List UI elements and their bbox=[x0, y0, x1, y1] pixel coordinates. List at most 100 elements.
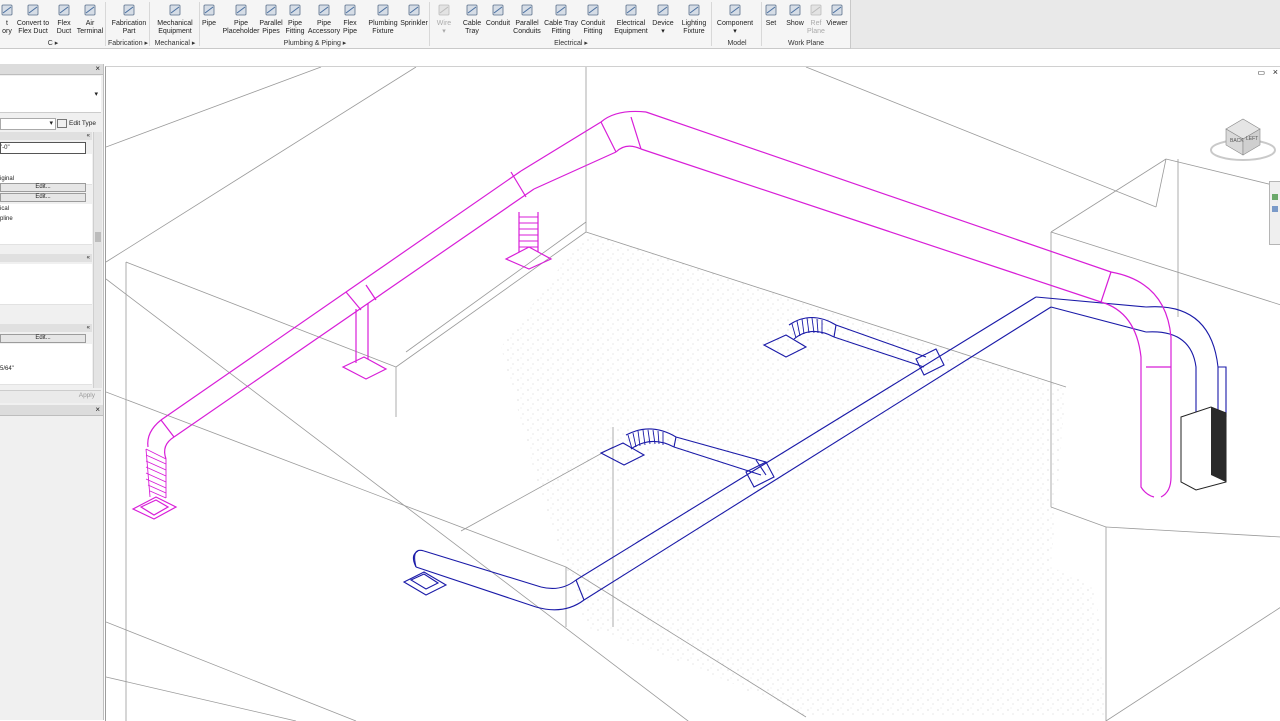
apply-button[interactable]: Apply bbox=[79, 392, 95, 399]
navigation-wheel-icon[interactable] bbox=[1272, 194, 1278, 200]
air-terminal-button[interactable]: Air Terminal bbox=[77, 0, 103, 38]
properties-scrollbar[interactable] bbox=[93, 132, 102, 388]
panel-label-electrical[interactable]: Electrical ▸ bbox=[430, 39, 712, 48]
instance-filter-arrow[interactable]: ▾ bbox=[49, 119, 53, 129]
parallel-conduits-button[interactable]: Parallel Conduits bbox=[513, 0, 541, 38]
flex-pipe-button[interactable]: Flex Pipe bbox=[342, 0, 358, 38]
wire-icon bbox=[436, 2, 452, 18]
sprinkler-button[interactable]: Sprinkler bbox=[400, 0, 428, 38]
type-selector-arrow[interactable]: ▾ bbox=[94, 90, 98, 98]
tool-label: Fixture bbox=[683, 28, 705, 35]
tool-label: Plumbing bbox=[368, 20, 398, 27]
project-browser-close-button[interactable]: × bbox=[95, 405, 100, 415]
component-button[interactable]: Component ▾ bbox=[716, 0, 754, 38]
pipe-fitting-button[interactable]: Pipe Fitting bbox=[285, 0, 305, 38]
panel-separator bbox=[149, 2, 150, 46]
panel-label-workplane[interactable]: Work Plane bbox=[762, 39, 850, 48]
tool-label: Parallel bbox=[259, 20, 283, 27]
panel-separator bbox=[105, 2, 106, 46]
cable-tray-fitting-icon bbox=[553, 2, 569, 18]
device-button[interactable]: Device ▾ bbox=[652, 0, 674, 38]
lighting-fixture-button[interactable]: Lighting Fixture bbox=[680, 0, 708, 38]
parallel-pipes-icon bbox=[263, 2, 279, 18]
properties-close-button[interactable]: × bbox=[95, 64, 100, 74]
tool-label: ▾ bbox=[733, 28, 737, 35]
scrollbar-thumb[interactable] bbox=[95, 232, 101, 242]
plumbing-fixture-button[interactable]: Plumbing Fixture bbox=[368, 0, 398, 38]
tool-label: Cable bbox=[462, 20, 482, 27]
electrical-equipment-button[interactable]: Electrical Equipment bbox=[614, 0, 648, 38]
wire-button[interactable]: Wire ▾ bbox=[434, 0, 454, 38]
parallel-pipes-button[interactable]: Parallel Pipes bbox=[259, 0, 283, 38]
flex-duct-magenta bbox=[145, 216, 538, 499]
mechanical-equipment-button[interactable]: Mechanical Equipment bbox=[157, 0, 193, 38]
conduit-fitting-button[interactable]: Conduit Fitting bbox=[579, 0, 607, 38]
tool-label: Conduits bbox=[513, 28, 541, 35]
panel-label-mechanical[interactable]: Mechanical ▸ bbox=[150, 39, 200, 48]
show-workplane-icon bbox=[787, 2, 803, 18]
property-value[interactable]: '-0" bbox=[0, 142, 86, 154]
tool-label: Equipment bbox=[158, 28, 192, 35]
pipe-placeholder-button[interactable]: Pipe Placeholder bbox=[222, 0, 260, 38]
tool-label: Tray bbox=[465, 28, 479, 35]
tool-label: ▾ bbox=[661, 28, 665, 35]
conduit-button[interactable]: Conduit bbox=[485, 0, 511, 38]
ribbon: t ory Convert to Flex Duct Flex Duct Air Termin… bbox=[0, 0, 851, 49]
type-selector[interactable]: ▾ bbox=[0, 76, 101, 113]
ref-plane-button[interactable]: Ref Plane bbox=[807, 0, 825, 38]
group-header-identity[interactable]: « bbox=[0, 324, 92, 332]
view-close-button[interactable]: × bbox=[1273, 68, 1278, 77]
edit-type-button[interactable]: Edit Type bbox=[57, 118, 101, 130]
edit-type-icon bbox=[57, 118, 67, 128]
pipe-accessory-button[interactable]: Pipe Accessory bbox=[308, 0, 340, 38]
cable-tray-icon bbox=[464, 2, 480, 18]
pipe-button[interactable]: Pipe bbox=[200, 0, 218, 38]
zoom-icon[interactable] bbox=[1272, 206, 1278, 212]
fabrication-part-button[interactable]: Fabrication Part bbox=[110, 0, 148, 38]
edit-button[interactable]: Edit... bbox=[0, 334, 86, 343]
viewer-icon bbox=[829, 2, 845, 18]
flex-duct-button[interactable]: Flex Duct bbox=[55, 0, 73, 38]
lighting-fixture-icon bbox=[686, 2, 702, 18]
viewer-button[interactable]: Viewer bbox=[826, 0, 848, 38]
property-row[interactable] bbox=[0, 294, 92, 305]
panel-label-hvac[interactable]: C ▸ bbox=[0, 39, 106, 48]
cable-tray-button[interactable]: Cable Tray bbox=[462, 0, 482, 38]
property-row[interactable] bbox=[0, 234, 92, 245]
tool-label: Sprinkler bbox=[400, 20, 428, 27]
property-row[interactable] bbox=[0, 374, 92, 385]
panel-label-fabrication[interactable]: Fabrication ▸ bbox=[106, 39, 150, 48]
tool-label: Fitting bbox=[551, 28, 571, 35]
duct-placeholder-button[interactable]: t ory bbox=[0, 0, 14, 38]
panel-label-model[interactable]: Model bbox=[712, 39, 762, 48]
project-browser-header: × bbox=[0, 405, 103, 416]
show-button[interactable]: Show bbox=[786, 0, 804, 38]
tool-label: Pipe bbox=[201, 20, 216, 27]
viewcube-left-label: LEFT bbox=[1246, 136, 1258, 142]
set-workplane-icon bbox=[763, 2, 779, 18]
edit-button[interactable]: Edit... bbox=[0, 183, 86, 192]
tool-label: Pipe bbox=[287, 20, 302, 27]
edit-button[interactable]: Edit... bbox=[0, 193, 86, 202]
instance-filter[interactable]: ▾ bbox=[0, 118, 56, 130]
group-header-dimensions[interactable]: « bbox=[0, 254, 92, 262]
tool-label: Fitting bbox=[285, 28, 305, 35]
tool-label: Convert to bbox=[16, 20, 50, 27]
drawing-canvas[interactable]: BACK LEFT ▭ × bbox=[105, 66, 1280, 721]
model-view-svg[interactable]: BACK LEFT bbox=[106, 67, 1280, 721]
tool-label: Conduit bbox=[580, 20, 606, 27]
view-restore-button[interactable]: ▭ bbox=[1257, 69, 1265, 77]
panel-label-plumbing[interactable]: Plumbing & Piping ▸ bbox=[200, 39, 430, 48]
tool-label: Pipe bbox=[233, 20, 248, 27]
tool-label: Fitting bbox=[583, 28, 603, 35]
viewcube[interactable]: BACK LEFT bbox=[1210, 118, 1276, 161]
set-button[interactable]: Set bbox=[764, 0, 778, 38]
navigation-bar[interactable] bbox=[1269, 181, 1280, 245]
cable-tray-fitting-button[interactable]: Cable Tray Fitting bbox=[544, 0, 578, 38]
tool-label: Duct bbox=[56, 28, 72, 35]
tool-label: t bbox=[6, 20, 8, 27]
plumbing-fixture-icon bbox=[375, 2, 391, 18]
group-header-constraints[interactable]: « bbox=[0, 132, 92, 140]
convert-flex-button[interactable]: Convert to Flex Duct bbox=[16, 0, 50, 38]
tool-label: Plane bbox=[807, 28, 825, 35]
